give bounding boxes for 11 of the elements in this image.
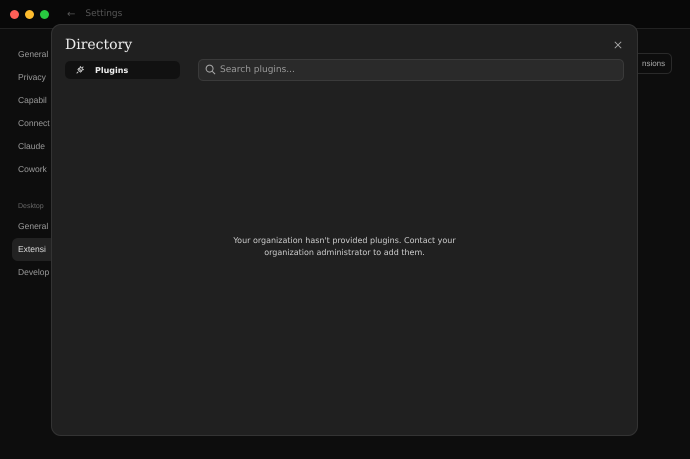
plug-icon [75, 65, 85, 75]
minimize-window-button[interactable] [25, 10, 34, 18]
plugins-tab[interactable]: Plugins [65, 61, 180, 79]
dialog-title: Directory [65, 37, 132, 53]
search-icon [205, 64, 216, 75]
zoom-window-button[interactable] [40, 10, 49, 18]
close-window-button[interactable] [10, 10, 19, 18]
search-field[interactable]: Search plugins... [198, 59, 624, 81]
empty-message: Your organization hasn't provided plugins. Contact your organization administrator to add them. [232, 235, 457, 259]
close-icon[interactable] [614, 41, 622, 49]
window-title: Settings [85, 9, 122, 19]
